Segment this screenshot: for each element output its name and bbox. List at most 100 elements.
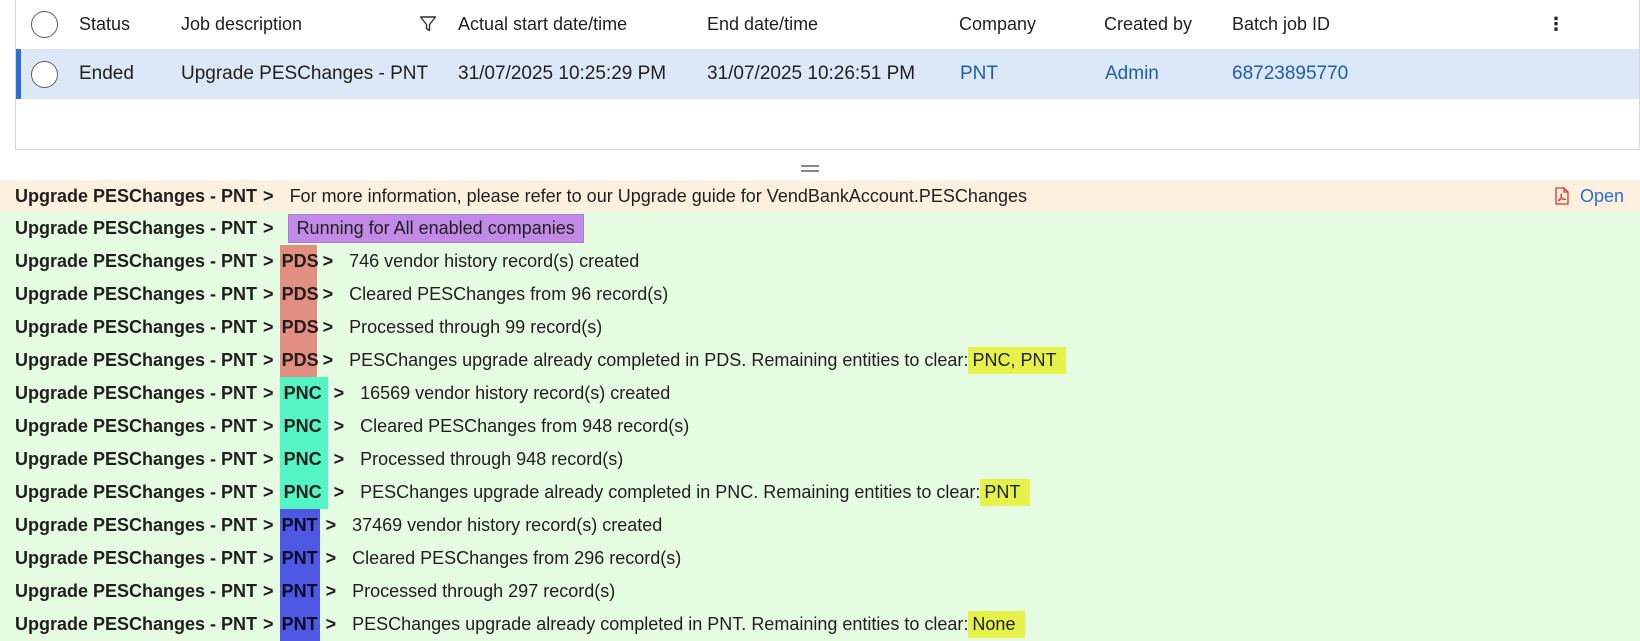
remaining-entities-highlight: PNC, PNT xyxy=(968,347,1067,374)
remaining-entities-highlight: PNT xyxy=(980,479,1031,506)
status-cell: Ended xyxy=(79,63,134,84)
log-separator: > xyxy=(333,482,345,502)
log-message: 16569 vendor history record(s) created xyxy=(360,383,671,403)
select-all-checkbox[interactable] xyxy=(31,0,58,48)
log-message: Processed through 99 record(s) xyxy=(349,317,603,337)
log-entry-row: Upgrade PESChanges - PNT > PNC >16569 vendo… xyxy=(0,377,1640,410)
start-time-cell: 31/07/2025 10:25:29 PM xyxy=(458,63,667,84)
log-message: PESChanges upgrade already completed in … xyxy=(360,482,981,502)
column-header-start[interactable]: Actual start date/time xyxy=(458,0,627,48)
batch-job-id-link[interactable]: 68723895770 xyxy=(1232,49,1348,99)
log-entry-row: Upgrade PESChanges - PNT > PDS > Processed t… xyxy=(0,311,1640,344)
log-message: PESChanges upgrade already completed in … xyxy=(349,350,969,370)
company-tag: PNT xyxy=(279,575,320,608)
log-entry-row: Upgrade PESChanges - PNT > PDS >746 vendor … xyxy=(0,245,1640,278)
log-separator: > xyxy=(263,218,274,238)
log-prefix: Upgrade PESChanges - PNT xyxy=(15,581,258,601)
log-entry-row: Upgrade PESChanges - PNT > PNT > Processed t… xyxy=(0,575,1640,608)
log-entry-row: Upgrade PESChanges - PNT > PDS > Cleared PES… xyxy=(0,278,1640,311)
row-select-checkbox[interactable] xyxy=(31,49,58,99)
remaining-entities-highlight: None xyxy=(968,611,1026,638)
log-separator: > xyxy=(263,284,274,304)
log-prefix: Upgrade PESChanges - PNT xyxy=(15,515,258,535)
log-entry-row: Upgrade PESChanges - PNT > PDS > PESChanges … xyxy=(0,344,1640,377)
company-tag: PNT xyxy=(279,509,320,542)
log-prefix: Upgrade PESChanges - PNT xyxy=(15,482,258,502)
log-entry-row: Upgrade PESChanges - PNT > PNT >37469 vendo… xyxy=(0,509,1640,542)
company-tag: PNC xyxy=(279,410,328,443)
log-pane: Upgrade PESChanges - PNT > For more info… xyxy=(0,180,1640,641)
log-message: PESChanges upgrade already completed in … xyxy=(352,614,969,634)
log-prefix: Upgrade PESChanges - PNT xyxy=(15,218,258,238)
company-tag: PNC xyxy=(279,476,328,509)
end-time-cell: 31/07/2025 10:26:51 PM xyxy=(707,63,916,84)
log-entry-row: Upgrade PESChanges - PNT > PNC > Processed t… xyxy=(0,443,1640,476)
info-message: For more information, please refer to ou… xyxy=(289,185,1027,206)
log-entry-row: Upgrade PESChanges - PNT > PNC > Cleared PES… xyxy=(0,410,1640,443)
log-message: 746 vendor history record(s) created xyxy=(349,251,640,271)
filter-icon[interactable] xyxy=(419,0,437,48)
log-prefix: Upgrade PESChanges - PNT xyxy=(15,614,258,634)
log-separator: > xyxy=(263,185,274,206)
log-prefix: Upgrade PESChanges - PNT xyxy=(15,185,258,206)
log-prefix: Upgrade PESChanges - PNT xyxy=(15,548,258,568)
log-message: Processed through 948 record(s) xyxy=(360,449,624,469)
table-row[interactable]: Ended Upgrade PESChanges - PNT 31/07/202… xyxy=(16,49,1639,99)
log-separator: > xyxy=(322,284,334,304)
log-separator: > xyxy=(263,482,274,502)
column-header-batch-job-id[interactable]: Batch job ID xyxy=(1232,0,1330,48)
log-separator: > xyxy=(263,416,274,436)
log-entries: Upgrade PESChanges - PNT > PDS >746 vendor … xyxy=(0,245,1640,641)
log-separator: > xyxy=(322,317,334,337)
log-separator: > xyxy=(263,317,274,337)
column-header-created-by[interactable]: Created by xyxy=(1104,0,1192,48)
log-prefix: Upgrade PESChanges - PNT xyxy=(15,383,258,403)
company-tag: PDS xyxy=(279,344,319,377)
log-separator: > xyxy=(333,416,345,436)
log-entry-row: Upgrade PESChanges - PNT > PNC > PESChanges … xyxy=(0,476,1640,509)
open-guide[interactable]: Open xyxy=(1554,180,1624,212)
log-separator: > xyxy=(322,350,334,370)
log-message: Cleared PESChanges from 296 record(s) xyxy=(352,548,682,568)
column-header-job-description[interactable]: Job description xyxy=(181,0,302,48)
running-log-row: Upgrade PESChanges - PNT > Running for A… xyxy=(0,212,1640,245)
column-header-status[interactable]: Status xyxy=(79,0,130,48)
log-message: Processed through 297 record(s) xyxy=(352,581,616,601)
log-prefix: Upgrade PESChanges - PNT xyxy=(15,317,258,337)
batch-jobs-grid: Status Job description Actual start date… xyxy=(15,0,1640,150)
log-separator: > xyxy=(263,515,274,535)
more-options-icon[interactable]: ⋮ xyxy=(1547,0,1565,48)
company-tag: PNC xyxy=(279,377,328,410)
log-prefix: Upgrade PESChanges - PNT xyxy=(15,449,258,469)
log-message: Cleared PESChanges from 948 record(s) xyxy=(360,416,690,436)
log-separator: > xyxy=(263,251,274,271)
company-tag: PNC xyxy=(279,443,328,476)
log-separator: > xyxy=(263,383,274,403)
log-separator: > xyxy=(325,548,337,568)
open-link[interactable]: Open xyxy=(1580,186,1624,207)
log-prefix: Upgrade PESChanges - PNT xyxy=(15,251,258,271)
log-separator: > xyxy=(263,548,274,568)
running-badge: Running for All enabled companies xyxy=(287,214,584,243)
log-separator: > xyxy=(325,515,337,535)
log-separator: > xyxy=(263,449,274,469)
log-separator: > xyxy=(325,614,337,634)
info-log-row: Upgrade PESChanges - PNT > For more info… xyxy=(0,180,1640,212)
created-by-link[interactable]: Admin xyxy=(1105,49,1159,99)
job-description-cell: Upgrade PESChanges - PNT xyxy=(181,63,429,84)
column-header-end[interactable]: End date/time xyxy=(707,0,818,48)
log-prefix: Upgrade PESChanges - PNT xyxy=(15,416,258,436)
company-tag: PDS xyxy=(279,311,319,344)
company-link[interactable]: PNT xyxy=(960,49,998,99)
log-separator: > xyxy=(263,350,274,370)
company-tag: PNT xyxy=(279,542,320,575)
pdf-icon xyxy=(1555,187,1569,205)
column-header-company[interactable]: Company xyxy=(959,0,1036,48)
log-separator: > xyxy=(333,449,345,469)
log-separator: > xyxy=(325,581,337,601)
log-entry-row: Upgrade PESChanges - PNT > PNT > Cleared PES… xyxy=(0,542,1640,575)
log-entry-row: Upgrade PESChanges - PNT > PNT > PESChanges … xyxy=(0,608,1640,641)
pane-splitter-handle[interactable] xyxy=(801,165,819,172)
company-tag: PNT xyxy=(279,608,320,641)
log-separator: > xyxy=(322,251,334,271)
